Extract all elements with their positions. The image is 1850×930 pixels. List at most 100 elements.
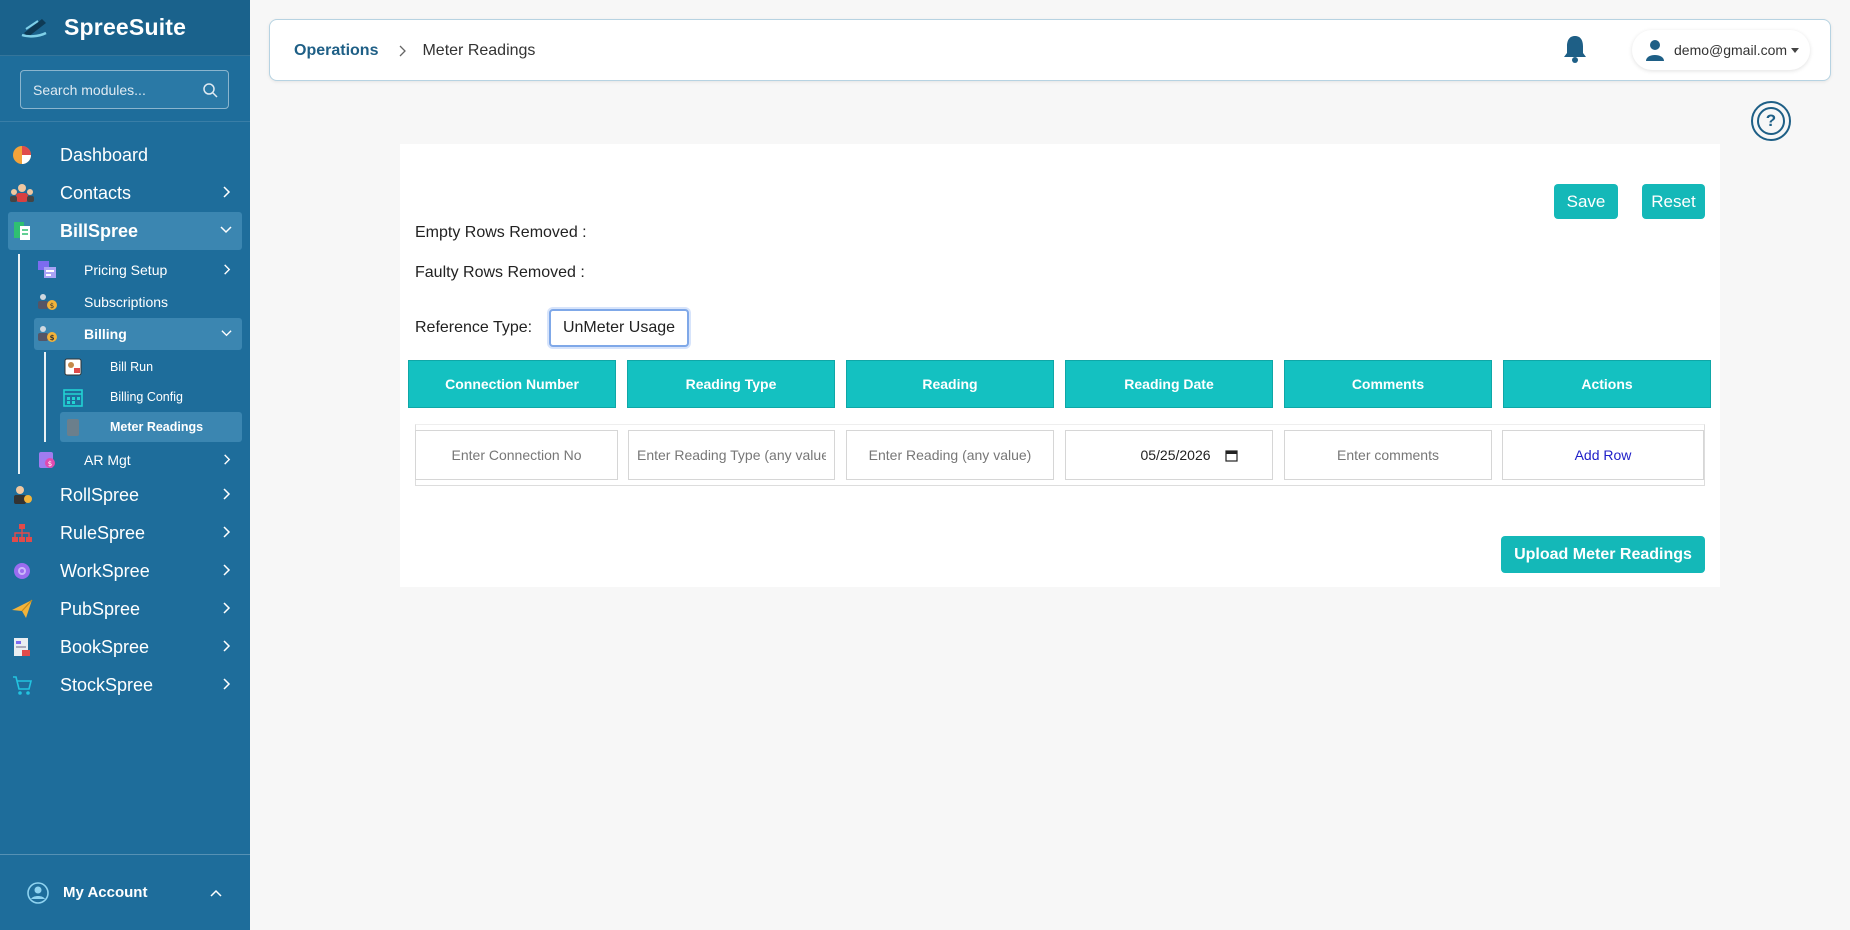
column-header-reading-type: Reading Type (627, 360, 835, 408)
chevron-right-icon (224, 264, 231, 275)
column-header-reading: Reading (846, 360, 1054, 408)
reading-input[interactable] (847, 431, 1053, 479)
tree-line (44, 352, 46, 442)
chevron-right-icon (223, 564, 231, 576)
breadcrumb-meter-readings: Meter Readings (422, 42, 536, 59)
payroll-icon (10, 483, 34, 507)
ar-management-icon: $ (36, 449, 58, 471)
chevron-right-icon (223, 602, 231, 614)
sidebar-item-label: Contacts (60, 182, 132, 203)
sidebar-item-rulespree[interactable]: RuleSpree (0, 514, 250, 552)
help-glyph: ? (1765, 111, 1777, 130)
sidebar-item-ar-mgt[interactable]: $ AR Mgt (0, 444, 250, 476)
user-menu[interactable]: demo@gmail.com (1632, 30, 1810, 70)
chevron-right-icon (223, 678, 231, 690)
sidebar-nav: Dashboard Contacts BillSpree Pricing Set… (0, 136, 250, 704)
hierarchy-icon (10, 521, 34, 545)
module-search (20, 70, 229, 109)
cart-icon (10, 673, 34, 697)
reading-type-input[interactable] (629, 431, 834, 479)
brand[interactable]: SpreeSuite (0, 0, 250, 56)
brand-logo-icon (21, 18, 47, 38)
brand-name: SpreeSuite (64, 14, 187, 40)
sidebar-item-label: StockSpree (60, 674, 154, 695)
subscription-users-icon: $ (36, 291, 58, 313)
chevron-right-icon (223, 640, 231, 652)
paper-plane-icon (10, 597, 34, 621)
svg-text:$: $ (48, 460, 52, 468)
workflow-gear-icon (10, 559, 34, 583)
reading-date-cell[interactable]: 05/25/2026 (1065, 430, 1273, 480)
column-header-actions: Actions (1503, 360, 1711, 408)
sidebar-item-label: BookSpree (60, 636, 150, 657)
sidebar-item-label: AR Mgt (84, 452, 131, 468)
billing-icon: $ (36, 323, 58, 345)
help-button[interactable]: ? (1751, 101, 1791, 141)
bill-run-icon (62, 356, 84, 378)
user-icon (1646, 40, 1664, 61)
sidebar-item-subscriptions[interactable]: $ Subscriptions (0, 286, 250, 318)
reference-type-select[interactable]: UnMeter Usage (549, 309, 689, 347)
sidebar-item-pricing-setup[interactable]: Pricing Setup (0, 254, 250, 286)
search-icon[interactable] (202, 82, 218, 98)
connection-number-cell (415, 430, 618, 480)
chevron-down-icon (220, 226, 232, 234)
sidebar-item-workspree[interactable]: WorkSpree (0, 552, 250, 590)
sidebar-item-dashboard[interactable]: Dashboard (0, 136, 250, 174)
sidebar-item-bill-run[interactable]: Bill Run (0, 352, 250, 382)
column-header-connection-number: Connection Number (408, 360, 616, 408)
chevron-right-icon (223, 488, 231, 500)
add-row-button[interactable]: Add Row (1502, 430, 1704, 480)
sidebar-item-billing-config[interactable]: Billing Config (0, 382, 250, 412)
contacts-group-icon (10, 181, 34, 205)
chevron-down-icon (221, 330, 232, 337)
my-account[interactable]: My Account (0, 854, 250, 930)
chevron-right-icon (223, 526, 231, 538)
upload-meter-readings-button[interactable]: Upload Meter Readings (1501, 536, 1705, 573)
column-header-comments: Comments (1284, 360, 1492, 408)
sidebar-item-label: RuleSpree (60, 522, 146, 543)
breadcrumb-operations[interactable]: Operations (294, 42, 378, 60)
sidebar-item-meter-readings[interactable]: Meter Readings (60, 412, 242, 442)
search-area (0, 56, 250, 122)
faulty-rows-label: Faulty Rows Removed : (415, 264, 585, 281)
sidebar-item-billspree[interactable]: BillSpree (8, 212, 242, 250)
ledger-icon (10, 635, 34, 659)
billspree-submenu: Pricing Setup $ Subscriptions $ Billing (0, 254, 250, 476)
chevron-up-icon (210, 889, 222, 897)
comments-cell (1284, 430, 1492, 480)
user-email: demo@gmail.com (1674, 42, 1788, 58)
sidebar-item-label: Dashboard (60, 144, 149, 165)
column-header-reading-date: Reading Date (1065, 360, 1273, 408)
sidebar-item-label: RollSpree (60, 484, 140, 505)
chevron-right-icon (224, 454, 231, 465)
reset-button[interactable]: Reset (1642, 184, 1705, 219)
sidebar-item-label: Billing Config (110, 390, 183, 404)
save-button[interactable]: Save (1554, 184, 1618, 219)
notification-bell-icon[interactable] (1561, 33, 1589, 65)
chevron-right-icon (223, 186, 231, 198)
calendar-icon[interactable] (1224, 449, 1238, 462)
sidebar-item-billing[interactable]: $ Billing (34, 318, 242, 350)
sidebar-item-label: Subscriptions (84, 294, 169, 310)
connection-number-input[interactable] (416, 431, 617, 479)
sidebar-item-label: WorkSpree (60, 560, 150, 581)
user-circle-icon (27, 881, 49, 904)
sidebar-item-bookspree[interactable]: BookSpree (0, 628, 250, 666)
chevron-right-icon (400, 45, 407, 57)
sidebar-item-pubspree[interactable]: PubSpree (0, 590, 250, 628)
calendar-icon (62, 386, 84, 408)
top-header: Operations Meter Readings demo@gmail.com (269, 19, 1831, 81)
sidebar-item-contacts[interactable]: Contacts (0, 174, 250, 212)
sidebar-item-rollspree[interactable]: RollSpree (0, 476, 250, 514)
reading-cell (846, 430, 1054, 480)
search-input[interactable] (21, 71, 228, 108)
caret-down-icon (1791, 47, 1800, 53)
sidebar-item-label: BillSpree (60, 220, 139, 241)
comments-input[interactable] (1285, 431, 1491, 479)
sidebar-item-label: Meter Readings (110, 420, 204, 434)
svg-text:$: $ (50, 334, 55, 342)
sidebar-item-stockspree[interactable]: StockSpree (0, 666, 250, 704)
breadcrumb: Operations Meter Readings (294, 42, 535, 60)
my-account-label: My Account (63, 884, 148, 901)
